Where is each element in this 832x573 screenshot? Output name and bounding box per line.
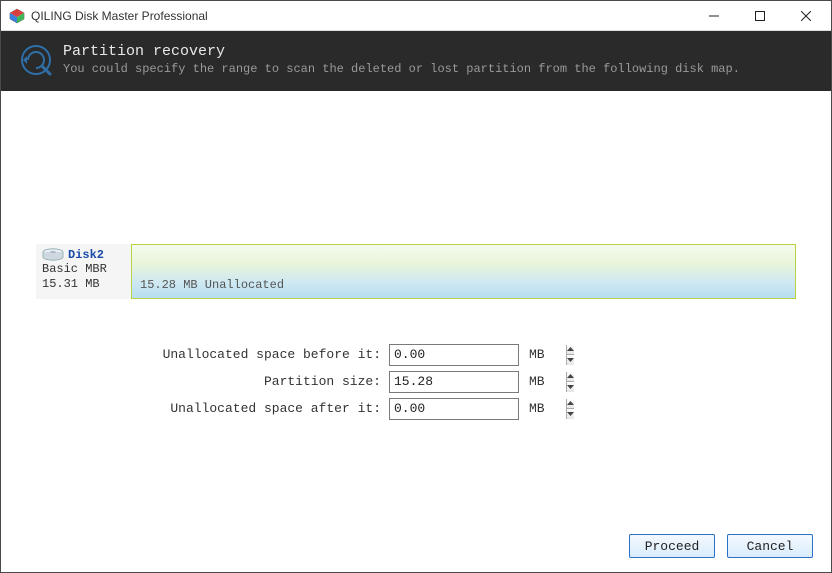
header-title: Partition recovery (63, 43, 740, 60)
header-subtitle: You could specify the range to scan the … (63, 62, 740, 76)
header: Partition recovery You could specify the… (1, 31, 831, 91)
label-partition-size: Partition size: (1, 374, 389, 389)
window-title: QILING Disk Master Professional (31, 9, 691, 23)
input-partition-size[interactable] (389, 371, 519, 393)
minimize-button[interactable] (691, 1, 737, 31)
row-space-after: Unallocated space after it: MB (1, 395, 831, 422)
spinner-buttons (566, 372, 574, 392)
input-space-after[interactable] (389, 398, 519, 420)
content: Disk2 Basic MBR 15.31 MB 15.28 MB Unallo… (1, 91, 831, 572)
row-space-before: Unallocated space before it: MB (1, 341, 831, 368)
titlebar: QILING Disk Master Professional (1, 1, 831, 31)
disk-icon (42, 248, 64, 262)
unit-after: MB (529, 401, 545, 416)
disk-partition[interactable]: 15.28 MB Unallocated (131, 244, 796, 299)
input-space-before[interactable] (389, 344, 519, 366)
spinner-buttons (566, 345, 574, 365)
unit-before: MB (529, 347, 545, 362)
form: Unallocated space before it: MB Partitio… (1, 341, 831, 422)
disk-info: Disk2 Basic MBR 15.31 MB (36, 244, 131, 299)
spin-up-icon[interactable] (567, 399, 574, 409)
app-window: QILING Disk Master Professional Partitio… (0, 0, 832, 573)
row-partition-size: Partition size: MB (1, 368, 831, 395)
spin-down-icon[interactable] (567, 408, 574, 419)
spin-up-icon[interactable] (567, 345, 574, 355)
disk-type: Basic MBR (42, 262, 125, 277)
window-controls (691, 1, 829, 31)
cancel-button[interactable]: Cancel (727, 534, 813, 558)
footer: Proceed Cancel (629, 534, 813, 558)
spinner-buttons (566, 399, 574, 419)
proceed-button[interactable]: Proceed (629, 534, 715, 558)
disk-map: Disk2 Basic MBR 15.31 MB 15.28 MB Unallo… (36, 244, 796, 299)
unit-size: MB (529, 374, 545, 389)
spin-down-icon[interactable] (567, 381, 574, 392)
label-space-before: Unallocated space before it: (1, 347, 389, 362)
disk-name: Disk2 (68, 248, 104, 262)
app-icon (9, 8, 25, 24)
close-button[interactable] (783, 1, 829, 31)
label-space-after: Unallocated space after it: (1, 401, 389, 416)
spin-down-icon[interactable] (567, 354, 574, 365)
maximize-button[interactable] (737, 1, 783, 31)
spin-up-icon[interactable] (567, 372, 574, 382)
disk-size: 15.31 MB (42, 277, 125, 292)
recovery-icon (19, 43, 53, 77)
header-text: Partition recovery You could specify the… (63, 43, 740, 76)
partition-label: 15.28 MB Unallocated (140, 278, 284, 292)
